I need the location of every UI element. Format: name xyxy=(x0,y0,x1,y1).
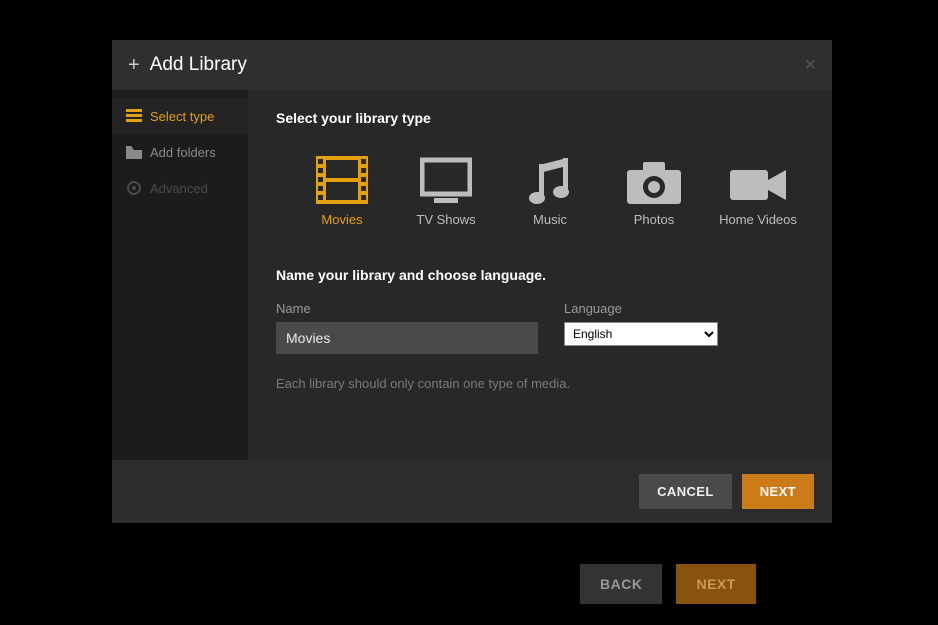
modal-content: Select your library type Movies TV Shows xyxy=(248,90,832,460)
wizard-footer: BACK NEXT xyxy=(580,564,756,604)
type-photos[interactable]: Photos xyxy=(608,148,700,227)
media-type-hint: Each library should only contain one typ… xyxy=(276,376,804,391)
name-field-group: Name xyxy=(276,301,538,354)
close-icon[interactable]: × xyxy=(804,54,816,77)
sidebar-item-label: Advanced xyxy=(150,181,208,196)
type-movies[interactable]: Movies xyxy=(296,148,388,227)
sidebar-item-add-folders[interactable]: Add folders xyxy=(112,134,248,170)
type-label: Movies xyxy=(296,212,388,227)
language-field-group: Language English xyxy=(564,301,718,354)
add-library-modal: + Add Library × Select type Add folders xyxy=(112,40,832,523)
stack-icon xyxy=(126,108,142,124)
modal-header: + Add Library × xyxy=(112,40,832,90)
plus-icon: + xyxy=(128,54,140,77)
type-label: Music xyxy=(504,212,596,227)
library-name-input[interactable] xyxy=(276,322,538,354)
sidebar-item-label: Select type xyxy=(150,109,214,124)
type-label: Home Videos xyxy=(712,212,804,227)
name-language-heading: Name your library and choose language. xyxy=(276,267,804,283)
select-type-heading: Select your library type xyxy=(276,110,804,126)
modal-body: Select type Add folders Advanced Select … xyxy=(112,90,832,460)
cancel-button[interactable]: CANCEL xyxy=(639,474,732,509)
wizard-next-button[interactable]: NEXT xyxy=(676,564,755,604)
sidebar-item-label: Add folders xyxy=(150,145,216,160)
modal-footer: CANCEL NEXT xyxy=(112,460,832,523)
language-label: Language xyxy=(564,301,718,316)
name-label: Name xyxy=(276,301,538,316)
name-language-section: Name your library and choose language. N… xyxy=(276,267,804,391)
sidebar-item-select-type[interactable]: Select type xyxy=(112,98,248,134)
folder-icon xyxy=(126,144,142,160)
type-tv-shows[interactable]: TV Shows xyxy=(400,148,492,227)
next-button[interactable]: NEXT xyxy=(742,474,814,509)
tv-icon xyxy=(400,148,492,204)
modal-title: Add Library xyxy=(150,54,805,76)
type-music[interactable]: Music xyxy=(504,148,596,227)
gear-icon xyxy=(126,180,142,196)
video-icon xyxy=(712,148,804,204)
camera-icon xyxy=(608,148,700,204)
type-label: Photos xyxy=(608,212,700,227)
library-type-row: Movies TV Shows Music xyxy=(296,148,804,227)
wizard-back-button[interactable]: BACK xyxy=(580,564,662,604)
type-home-videos[interactable]: Home Videos xyxy=(712,148,804,227)
film-icon xyxy=(296,148,388,204)
language-select[interactable]: English xyxy=(564,322,718,346)
sidebar-item-advanced: Advanced xyxy=(112,170,248,206)
music-icon xyxy=(504,148,596,204)
modal-sidebar: Select type Add folders Advanced xyxy=(112,90,248,460)
type-label: TV Shows xyxy=(400,212,492,227)
